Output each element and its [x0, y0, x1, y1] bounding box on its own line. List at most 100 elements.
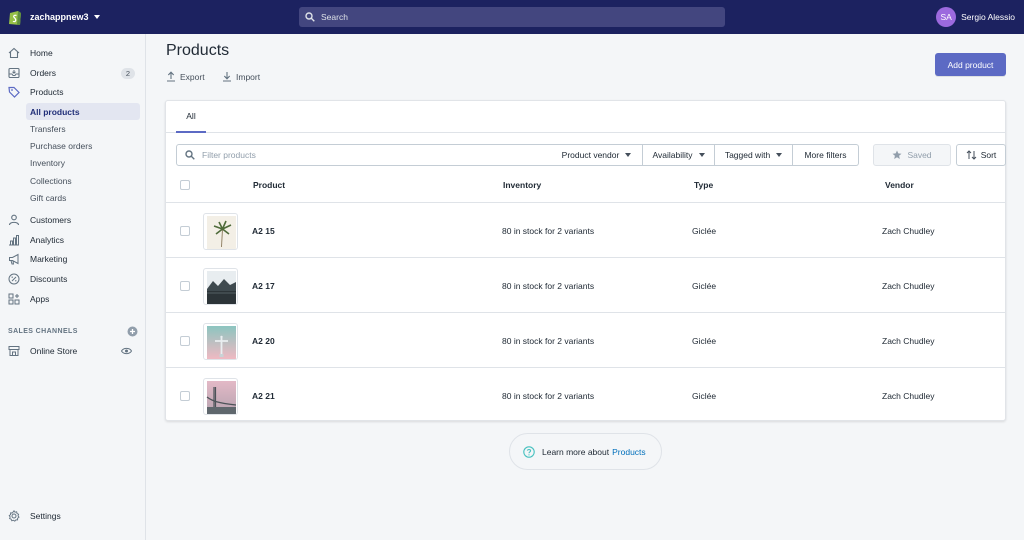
- table-row[interactable]: A2 17 80 in stock for 2 variants Giclée …: [166, 258, 1005, 313]
- sidebar-item-orders[interactable]: Orders 2: [0, 64, 145, 82]
- product-inventory: 80 in stock for 2 variants: [502, 225, 595, 236]
- column-header-type[interactable]: Type: [694, 167, 713, 203]
- person-icon: [8, 214, 20, 226]
- megaphone-icon: [9, 253, 19, 265]
- chevron-down-icon: [625, 153, 632, 157]
- sidebar-item-apps[interactable]: Apps: [0, 290, 145, 308]
- product-type: Giclée: [692, 225, 717, 236]
- tagged-with-filter[interactable]: Tagged with: [715, 144, 793, 166]
- availability-filter[interactable]: Availability: [643, 144, 715, 166]
- sidebar-item-marketing[interactable]: Marketing: [0, 250, 145, 268]
- table-row[interactable]: A2 21 80 in stock for 2 variants Giclée …: [166, 368, 1005, 423]
- chevron-down-icon: [776, 153, 783, 157]
- tab-bar: All: [166, 101, 1005, 133]
- product-thumbnail[interactable]: [203, 268, 238, 305]
- row-checkbox[interactable]: [180, 391, 190, 401]
- product-name[interactable]: A2 15: [252, 203, 275, 258]
- export-label: Export: [180, 71, 205, 82]
- column-header-vendor[interactable]: Vendor: [885, 167, 914, 203]
- table-row[interactable]: A2 20 80 in stock for 2 variants Giclée …: [166, 313, 1005, 368]
- product-vendor: Zach Chudley: [882, 390, 935, 401]
- product-vendor-filter[interactable]: Product vendor: [551, 144, 643, 166]
- products-card: All Filter products Product vendor Avail…: [165, 100, 1006, 421]
- sort-button[interactable]: Sort: [956, 144, 1006, 166]
- product-name[interactable]: A2 20: [252, 313, 275, 368]
- sidebar-label-discounts: Discounts: [30, 274, 68, 284]
- add-channel-icon[interactable]: [127, 326, 138, 337]
- chevron-down-icon: [93, 15, 100, 19]
- sidebar-sub-gift-cards[interactable]: Gift cards: [26, 189, 140, 206]
- product-type: Giclée: [692, 335, 717, 346]
- filter-input[interactable]: Filter products: [176, 144, 552, 166]
- export-button[interactable]: Export: [166, 71, 205, 82]
- row-checkbox[interactable]: [180, 336, 190, 346]
- saved-button[interactable]: Saved: [873, 144, 951, 166]
- column-header-product[interactable]: Product: [253, 167, 285, 203]
- product-vendor: Zach Chudley: [882, 335, 935, 346]
- sidebar-sub-all-products[interactable]: All products: [26, 103, 140, 120]
- sidebar-label-products: Products: [30, 87, 64, 97]
- product-type: Giclée: [692, 280, 717, 291]
- more-filters-button[interactable]: More filters: [793, 144, 859, 166]
- sidebar-item-analytics[interactable]: Analytics: [0, 231, 145, 249]
- sales-channels-label: SALES CHANNELS: [8, 328, 78, 335]
- sidebar-sub-purchase-orders[interactable]: Purchase orders: [26, 137, 140, 154]
- table-row[interactable]: A2 15 80 in stock for 2 variants Giclée …: [166, 203, 1005, 258]
- product-vendor: Zach Chudley: [882, 225, 935, 236]
- sidebar-item-online-store[interactable]: Online Store: [0, 342, 145, 360]
- product-image-palm: [207, 216, 236, 249]
- upload-icon: [167, 71, 175, 82]
- sidebar-item-customers[interactable]: Customers: [0, 211, 145, 229]
- user-menu[interactable]: SA Sergio Alessio: [936, 7, 1015, 27]
- sidebar-label-orders: Orders: [30, 68, 56, 78]
- search-input[interactable]: Search: [299, 7, 725, 27]
- saved-label: Saved: [907, 150, 932, 160]
- sidebar-item-home[interactable]: Home: [0, 44, 145, 62]
- product-type: Giclée: [692, 390, 717, 401]
- column-header-inventory[interactable]: Inventory: [503, 167, 541, 203]
- tab-all[interactable]: All: [176, 101, 206, 133]
- availability-label: Availability: [652, 150, 693, 160]
- add-product-button[interactable]: Add product: [935, 53, 1006, 76]
- product-thumbnail[interactable]: [203, 378, 238, 415]
- help-circle-icon: [523, 445, 535, 458]
- table-body: A2 15 80 in stock for 2 variants Giclée …: [166, 203, 1005, 421]
- product-inventory: 80 in stock for 2 variants: [502, 390, 595, 401]
- bar-chart-icon: [9, 235, 19, 246]
- product-vendor-label: Product vendor: [561, 150, 620, 160]
- row-checkbox[interactable]: [180, 281, 190, 291]
- star-icon: [892, 150, 902, 159]
- sidebar-sub-transfers[interactable]: Transfers: [26, 120, 140, 137]
- learn-more-text: Learn more about: [542, 446, 610, 457]
- sidebar-sub-inventory[interactable]: Inventory: [26, 154, 140, 171]
- product-thumbnail[interactable]: [203, 323, 238, 360]
- sidebar-sub-collections[interactable]: Collections: [26, 172, 140, 189]
- sidebar: Home Orders 2 Products All products Tran…: [0, 34, 146, 540]
- select-all-checkbox[interactable]: [180, 180, 190, 190]
- row-checkbox[interactable]: [180, 226, 190, 236]
- chevron-down-icon: [698, 153, 705, 157]
- product-name[interactable]: A2 21: [252, 368, 275, 423]
- store-icon: [8, 346, 20, 356]
- product-thumbnail[interactable]: [203, 213, 238, 250]
- sidebar-item-settings[interactable]: Settings: [0, 507, 145, 525]
- sidebar-label-settings: Settings: [30, 511, 61, 521]
- table-header: Product Inventory Type Vendor: [166, 167, 1005, 203]
- shopify-logo-icon: [9, 10, 21, 25]
- product-inventory: 80 in stock for 2 variants: [502, 335, 595, 346]
- sidebar-item-discounts[interactable]: Discounts: [0, 270, 145, 288]
- store-name: zachappnew3: [30, 12, 89, 22]
- tagged-with-label: Tagged with: [724, 150, 771, 160]
- sidebar-item-products[interactable]: Products: [0, 83, 145, 101]
- tag-icon: [8, 86, 20, 98]
- product-name[interactable]: A2 17: [252, 258, 275, 313]
- apps-icon: [8, 293, 20, 305]
- product-vendor: Zach Chudley: [882, 280, 935, 291]
- store-switcher[interactable]: zachappnew3: [0, 9, 299, 26]
- eye-icon[interactable]: [121, 347, 132, 355]
- product-image-mountain-lake: [207, 271, 236, 304]
- user-name: Sergio Alessio: [961, 12, 1015, 22]
- learn-more-link[interactable]: Products: [612, 447, 646, 457]
- import-button[interactable]: Import: [222, 71, 260, 82]
- sidebar-label-apps: Apps: [30, 294, 50, 304]
